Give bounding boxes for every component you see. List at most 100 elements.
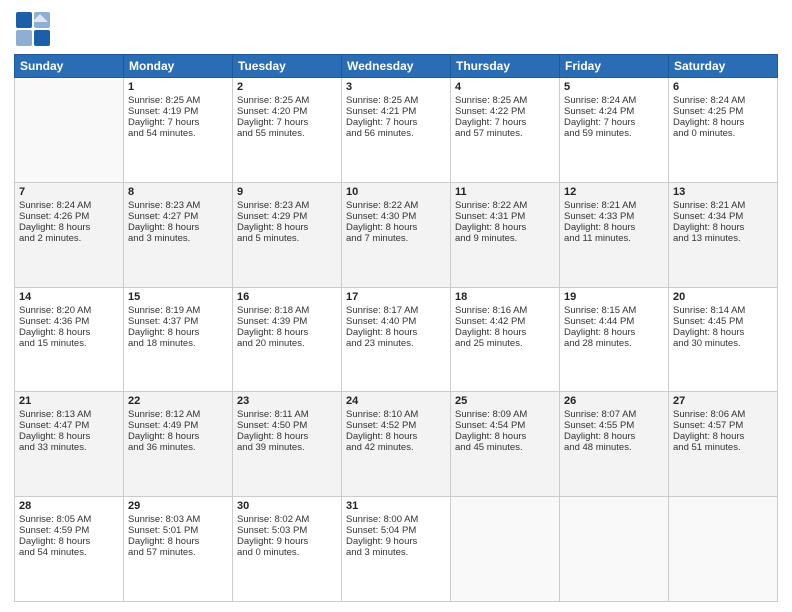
calendar-cell: 21Sunrise: 8:13 AMSunset: 4:47 PMDayligh… [15, 392, 124, 497]
day-info: Daylight: 7 hours [346, 117, 446, 128]
day-number: 4 [455, 81, 555, 93]
day-info: Sunrise: 8:11 AM [237, 409, 337, 420]
day-info: Sunrise: 8:18 AM [237, 305, 337, 316]
calendar-cell: 9Sunrise: 8:23 AMSunset: 4:29 PMDaylight… [233, 182, 342, 287]
day-info: Sunrise: 8:00 AM [346, 514, 446, 525]
day-info: and 54 minutes. [128, 128, 228, 139]
day-info: Sunrise: 8:15 AM [564, 305, 664, 316]
day-info: Daylight: 8 hours [19, 327, 119, 338]
day-number: 31 [346, 500, 446, 512]
day-info: and 9 minutes. [455, 233, 555, 244]
day-info: Sunrise: 8:07 AM [564, 409, 664, 420]
day-info: Daylight: 8 hours [19, 536, 119, 547]
day-info: Daylight: 8 hours [673, 327, 773, 338]
day-info: Sunrise: 8:22 AM [455, 200, 555, 211]
calendar-cell [451, 497, 560, 602]
day-info: Sunset: 4:50 PM [237, 420, 337, 431]
day-header-wednesday: Wednesday [342, 55, 451, 78]
day-info: Sunrise: 8:25 AM [128, 95, 228, 106]
day-number: 24 [346, 395, 446, 407]
calendar-cell [669, 497, 778, 602]
day-info: Daylight: 7 hours [237, 117, 337, 128]
day-info: Sunset: 4:45 PM [673, 316, 773, 327]
day-info: Sunset: 4:36 PM [19, 316, 119, 327]
day-number: 11 [455, 186, 555, 198]
day-header-tuesday: Tuesday [233, 55, 342, 78]
day-info: Sunset: 4:34 PM [673, 211, 773, 222]
day-info: Sunset: 5:03 PM [237, 525, 337, 536]
calendar-week-4: 21Sunrise: 8:13 AMSunset: 4:47 PMDayligh… [15, 392, 778, 497]
day-number: 7 [19, 186, 119, 198]
day-info: and 3 minutes. [346, 547, 446, 558]
calendar-cell: 31Sunrise: 8:00 AMSunset: 5:04 PMDayligh… [342, 497, 451, 602]
day-info: Sunrise: 8:25 AM [346, 95, 446, 106]
day-info: Sunset: 4:20 PM [237, 106, 337, 117]
calendar-cell: 10Sunrise: 8:22 AMSunset: 4:30 PMDayligh… [342, 182, 451, 287]
calendar-cell: 19Sunrise: 8:15 AMSunset: 4:44 PMDayligh… [560, 287, 669, 392]
day-info: Sunset: 5:04 PM [346, 525, 446, 536]
day-info: Sunrise: 8:23 AM [237, 200, 337, 211]
day-info: Sunset: 4:24 PM [564, 106, 664, 117]
day-number: 3 [346, 81, 446, 93]
day-info: Daylight: 8 hours [19, 431, 119, 442]
calendar-cell: 17Sunrise: 8:17 AMSunset: 4:40 PMDayligh… [342, 287, 451, 392]
day-info: and 57 minutes. [128, 547, 228, 558]
day-info: Daylight: 8 hours [346, 327, 446, 338]
day-info: and 0 minutes. [237, 547, 337, 558]
calendar-cell: 4Sunrise: 8:25 AMSunset: 4:22 PMDaylight… [451, 78, 560, 183]
day-info: Daylight: 9 hours [237, 536, 337, 547]
day-info: Sunrise: 8:21 AM [564, 200, 664, 211]
day-number: 10 [346, 186, 446, 198]
day-header-sunday: Sunday [15, 55, 124, 78]
day-info: Sunset: 4:31 PM [455, 211, 555, 222]
calendar-cell: 14Sunrise: 8:20 AMSunset: 4:36 PMDayligh… [15, 287, 124, 392]
day-info: Sunset: 4:59 PM [19, 525, 119, 536]
calendar-cell: 8Sunrise: 8:23 AMSunset: 4:27 PMDaylight… [124, 182, 233, 287]
day-info: Sunset: 4:19 PM [128, 106, 228, 117]
day-number: 30 [237, 500, 337, 512]
day-info: Daylight: 7 hours [564, 117, 664, 128]
day-info: Sunset: 4:52 PM [346, 420, 446, 431]
day-info: and 23 minutes. [346, 338, 446, 349]
calendar-cell: 5Sunrise: 8:24 AMSunset: 4:24 PMDaylight… [560, 78, 669, 183]
day-info: Sunset: 4:33 PM [564, 211, 664, 222]
calendar-cell: 11Sunrise: 8:22 AMSunset: 4:31 PMDayligh… [451, 182, 560, 287]
calendar-cell: 23Sunrise: 8:11 AMSunset: 4:50 PMDayligh… [233, 392, 342, 497]
day-number: 15 [128, 291, 228, 303]
day-info: Daylight: 8 hours [237, 327, 337, 338]
day-number: 25 [455, 395, 555, 407]
day-number: 17 [346, 291, 446, 303]
calendar-cell: 6Sunrise: 8:24 AMSunset: 4:25 PMDaylight… [669, 78, 778, 183]
day-number: 19 [564, 291, 664, 303]
calendar-cell [560, 497, 669, 602]
calendar-cell: 18Sunrise: 8:16 AMSunset: 4:42 PMDayligh… [451, 287, 560, 392]
day-header-monday: Monday [124, 55, 233, 78]
day-info: Sunset: 4:22 PM [455, 106, 555, 117]
day-info: Sunrise: 8:14 AM [673, 305, 773, 316]
day-number: 8 [128, 186, 228, 198]
day-info: Sunset: 4:57 PM [673, 420, 773, 431]
day-info: and 48 minutes. [564, 442, 664, 453]
day-info: Sunrise: 8:22 AM [346, 200, 446, 211]
day-info: and 51 minutes. [673, 442, 773, 453]
day-number: 6 [673, 81, 773, 93]
day-number: 21 [19, 395, 119, 407]
day-info: Daylight: 8 hours [19, 222, 119, 233]
day-info: Daylight: 8 hours [346, 222, 446, 233]
calendar-cell: 13Sunrise: 8:21 AMSunset: 4:34 PMDayligh… [669, 182, 778, 287]
day-number: 1 [128, 81, 228, 93]
day-info: Sunset: 4:39 PM [237, 316, 337, 327]
calendar-cell: 3Sunrise: 8:25 AMSunset: 4:21 PMDaylight… [342, 78, 451, 183]
day-number: 5 [564, 81, 664, 93]
day-number: 2 [237, 81, 337, 93]
day-number: 26 [564, 395, 664, 407]
day-number: 13 [673, 186, 773, 198]
day-info: Sunset: 4:27 PM [128, 211, 228, 222]
calendar-cell: 15Sunrise: 8:19 AMSunset: 4:37 PMDayligh… [124, 287, 233, 392]
day-info: Sunrise: 8:05 AM [19, 514, 119, 525]
day-info: Sunrise: 8:24 AM [19, 200, 119, 211]
day-info: Sunset: 5:01 PM [128, 525, 228, 536]
day-info: Sunrise: 8:17 AM [346, 305, 446, 316]
day-info: and 30 minutes. [673, 338, 773, 349]
day-info: Daylight: 8 hours [455, 327, 555, 338]
